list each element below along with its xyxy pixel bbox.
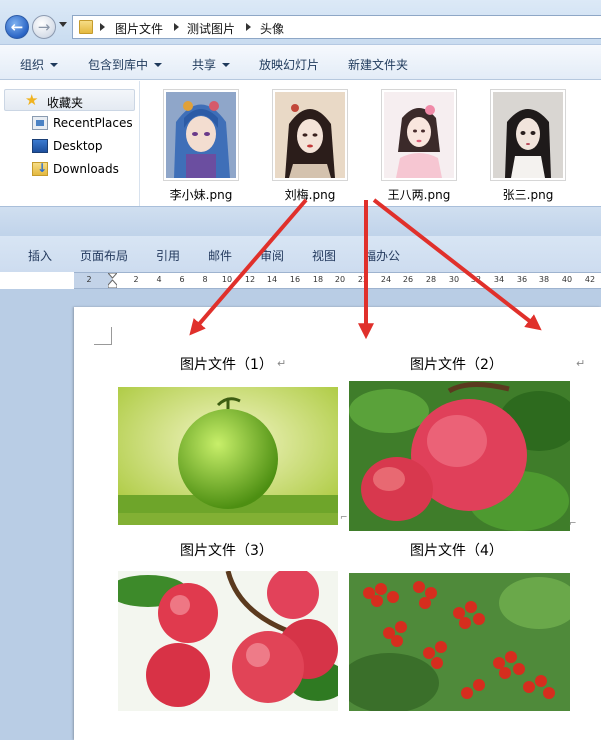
desktop-icon: [32, 139, 48, 153]
favorites-item[interactable]: ★ 收藏夹: [4, 89, 135, 111]
slideshow-button[interactable]: 放映幻灯片: [259, 56, 319, 73]
recent-places-icon: [32, 116, 48, 130]
ruler-number: 24: [380, 275, 392, 284]
breadcrumb-item[interactable]: 头像: [260, 20, 284, 37]
avatar-image: [493, 92, 563, 178]
nav-item-label: Downloads: [53, 162, 119, 176]
tab-view[interactable]: 视图: [312, 247, 336, 264]
caption-4: 图片文件（4）: [410, 543, 503, 559]
chevron-down-icon: [154, 63, 163, 67]
explorer-address-row: ← → 图片文件 测试图片 头像: [0, 0, 601, 44]
avatar-image: [166, 92, 236, 178]
tab-page-layout[interactable]: 页面布局: [80, 247, 128, 264]
forward-arrow-icon[interactable]: →: [32, 15, 56, 39]
paragraph-mark: ↵: [576, 357, 586, 370]
horizontal-ruler[interactable]: 2 2 4 6 8 10 12 14 16 18 20 22 24 26 28 …: [74, 272, 601, 289]
breadcrumb-item[interactable]: 测试图片: [187, 20, 235, 37]
paragraph-mark: ↵: [277, 357, 287, 370]
ruler-number: 18: [312, 275, 324, 284]
command-bar: 组织 包含到库中 共享 放映幻灯片 新建文件夹: [0, 44, 601, 80]
ruler-number: 38: [538, 275, 550, 284]
breadcrumb-separator-icon[interactable]: [100, 23, 105, 31]
file-name[interactable]: 刘梅.png: [255, 186, 365, 203]
margin-corner-mark: [94, 327, 112, 345]
folder-icon: [79, 20, 93, 34]
ruler-number: 28: [425, 275, 437, 284]
address-bar[interactable]: 图片文件 测试图片 头像: [72, 15, 601, 39]
tab-insert[interactable]: 插入: [28, 247, 52, 264]
star-icon: ★: [25, 91, 39, 109]
file-thumbnail[interactable]: [163, 89, 239, 181]
ruler-number: 40: [561, 275, 573, 284]
breadcrumb-item[interactable]: 图片文件: [115, 20, 163, 37]
history-dropdown-icon[interactable]: [59, 22, 67, 27]
back-arrow-icon[interactable]: ←: [5, 15, 29, 39]
nav-item-recentplaces[interactable]: RecentPlaces: [32, 115, 140, 133]
ruler-number: 4: [156, 275, 162, 284]
indent-marker-icon[interactable]: [108, 273, 117, 288]
ruler-number: 14: [266, 275, 278, 284]
organize-menu[interactable]: 组织: [20, 56, 59, 73]
include-in-library-menu[interactable]: 包含到库中: [88, 56, 163, 73]
downloads-folder-icon: [32, 161, 48, 176]
caption-1: 图片文件（1）: [180, 357, 273, 373]
document-page[interactable]: 图片文件（1） ↵ 图片文件（2） ↵ ⌐ ⌐ 图片文件（3） 图片文件（4）: [74, 307, 601, 740]
anchor-mark: ⌐: [340, 513, 348, 523]
ruler-number: 20: [334, 275, 346, 284]
ruler-number: 34: [493, 275, 505, 284]
file-name[interactable]: 张三.png: [473, 186, 583, 203]
melon-photo[interactable]: [118, 387, 338, 525]
file-list: 李小妹.png 刘梅.png 王八两.png 张三.png: [141, 81, 601, 206]
ruler-number: 36: [516, 275, 528, 284]
window-separator: [0, 206, 601, 236]
ribbon-tab-bar: 插入 页面布局 引用 邮件 审阅 视图 福办公: [0, 236, 601, 272]
ruler-number: 16: [289, 275, 301, 284]
tab-review[interactable]: 审阅: [260, 247, 284, 264]
caption-3: 图片文件（3）: [180, 543, 273, 559]
ruler-number: 6: [179, 275, 185, 284]
share-menu[interactable]: 共享: [192, 56, 231, 73]
favorites-label: 收藏夹: [47, 96, 84, 110]
nav-item-label: Desktop: [53, 139, 103, 153]
nav-item-desktop[interactable]: Desktop: [32, 138, 140, 156]
nav-item-downloads[interactable]: Downloads: [32, 161, 140, 179]
caption-2: 图片文件（2）: [410, 357, 503, 373]
peach-photo[interactable]: [349, 381, 570, 531]
ruler-number: 22: [357, 275, 369, 284]
file-name[interactable]: 王八两.png: [364, 186, 474, 203]
ruler-number: 26: [402, 275, 414, 284]
ruler-number: 10: [221, 275, 233, 284]
file-thumbnail[interactable]: [381, 89, 457, 181]
berry-photo[interactable]: [349, 573, 570, 711]
breadcrumb-separator-icon[interactable]: [246, 23, 251, 31]
tab-office-addin[interactable]: 福办公: [364, 247, 400, 264]
new-folder-button[interactable]: 新建文件夹: [348, 56, 408, 73]
nav-item-label: RecentPlaces: [53, 116, 133, 130]
tab-mailings[interactable]: 邮件: [208, 247, 232, 264]
navigation-pane: ★ 收藏夹 RecentPlaces Desktop Downloads: [0, 81, 140, 206]
tab-references[interactable]: 引用: [156, 247, 180, 264]
ruler-number: 30: [448, 275, 460, 284]
ruler-number: 32: [470, 275, 482, 284]
avatar-image: [275, 92, 345, 178]
file-thumbnail[interactable]: [490, 89, 566, 181]
chevron-down-icon: [222, 63, 231, 67]
file-name[interactable]: 李小妹.png: [146, 186, 256, 203]
ruler-margin: [74, 273, 112, 288]
ruler-number: 2: [86, 275, 92, 284]
breadcrumb-separator-icon[interactable]: [174, 23, 179, 31]
file-thumbnail[interactable]: [272, 89, 348, 181]
avatar-image: [384, 92, 454, 178]
ruler-number: 42: [584, 275, 596, 284]
ruler-number: 2: [133, 275, 139, 284]
chevron-down-icon: [50, 63, 59, 67]
anchor-mark: ⌐: [569, 519, 577, 529]
apple-photo[interactable]: [118, 571, 338, 711]
ruler-number: 8: [202, 275, 208, 284]
ruler-number: 12: [244, 275, 256, 284]
